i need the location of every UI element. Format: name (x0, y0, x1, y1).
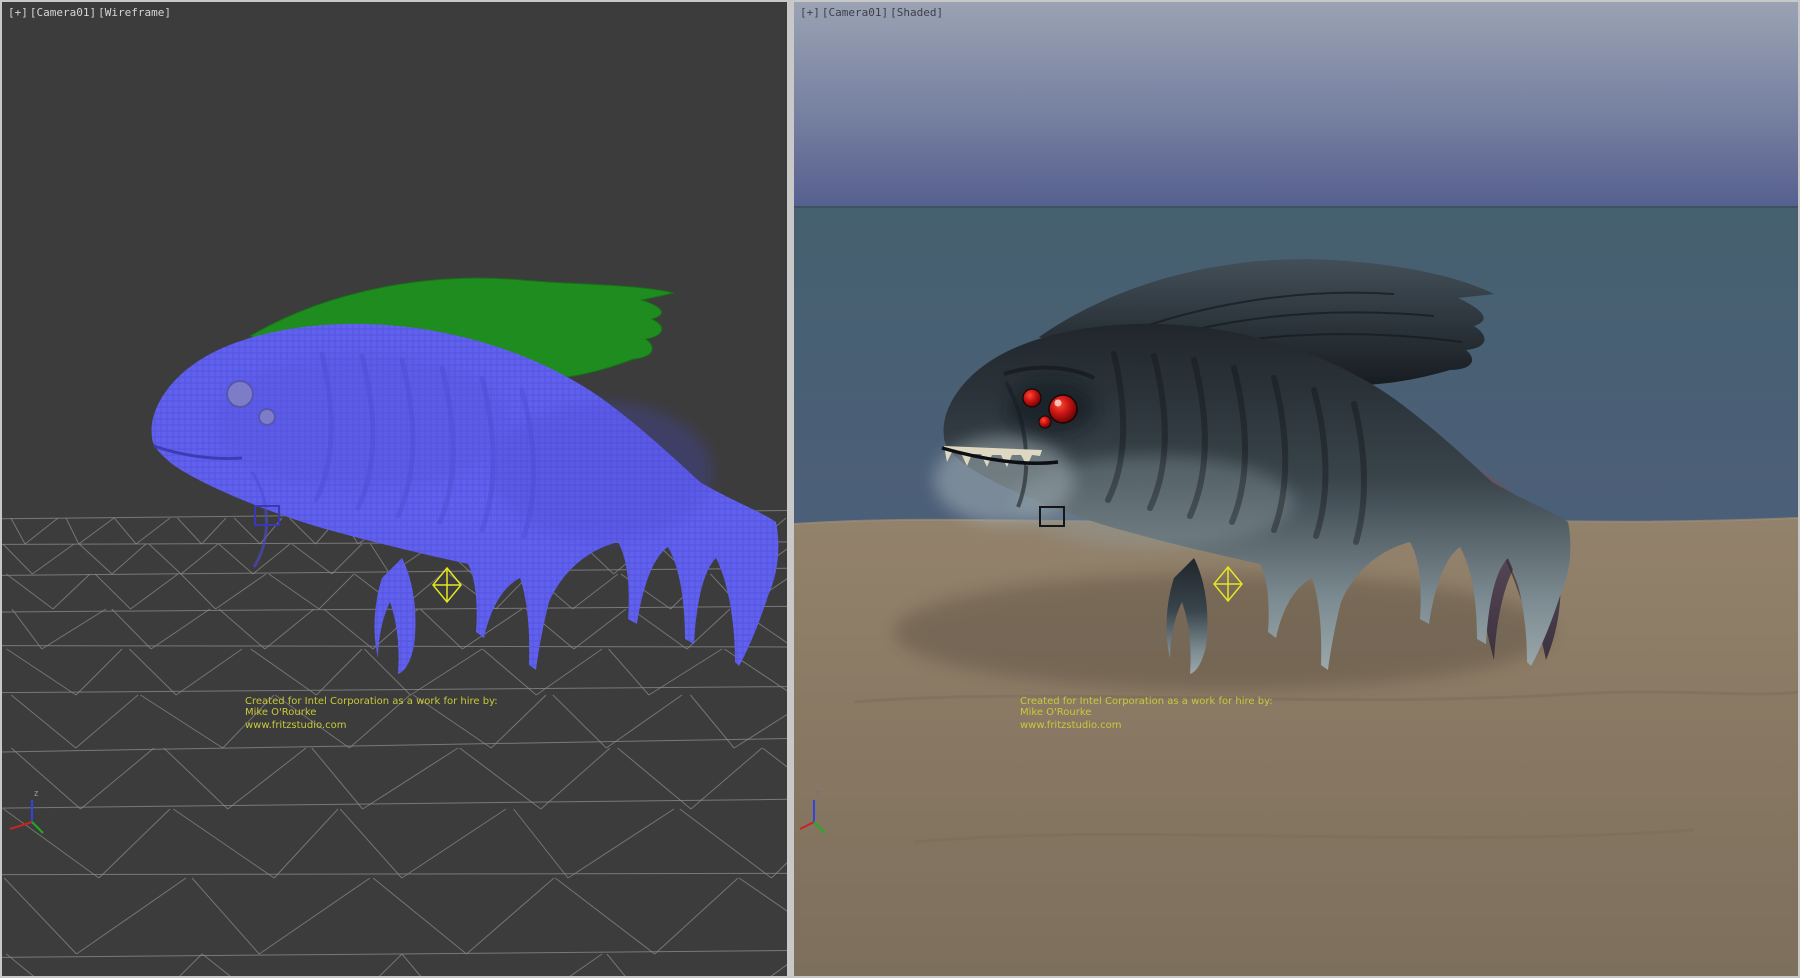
fish-eye (1049, 395, 1077, 423)
credit-line-3: www.fritzstudio.com (245, 720, 498, 731)
sky (794, 2, 1798, 209)
credit-line-1: Created for Intel Corporation as a work … (1020, 696, 1273, 707)
viewport-menu-camera[interactable]: [Camera01] (822, 6, 888, 19)
eye-highlight (1055, 400, 1062, 407)
viewport-shaded[interactable]: [+][Camera01][Shaded] (794, 2, 1798, 976)
shaded-scene: z (794, 2, 1798, 976)
fish-eye-small (259, 409, 275, 425)
axis-z-label: z (34, 788, 39, 798)
viewport-label: [+][Camera01][Wireframe] (8, 6, 173, 19)
max-dual-viewport: [+][Camera01][Wireframe] (0, 0, 1800, 978)
viewport-menu-shading[interactable]: [Shaded] (890, 6, 943, 19)
viewport-splitter[interactable] (787, 2, 794, 976)
fish-eye (227, 381, 253, 407)
scene-credit-text: Created for Intel Corporation as a work … (245, 696, 498, 731)
viewport-wireframe[interactable]: [+][Camera01][Wireframe] (2, 2, 787, 976)
viewport-menu-plus-icon[interactable]: [+] (800, 6, 820, 19)
credit-line-1: Created for Intel Corporation as a work … (245, 696, 498, 707)
wireframe-scene: z (2, 2, 787, 976)
viewport-menu-camera[interactable]: [Camera01] (30, 6, 96, 19)
fish-eye-second (1023, 389, 1041, 407)
scene-credit-text: Created for Intel Corporation as a work … (1020, 696, 1273, 731)
viewport-label: [+][Camera01][Shaded] (800, 6, 945, 19)
fish-eye-third (1039, 416, 1051, 428)
credit-line-2: Mike O'Rourke (245, 707, 498, 718)
axis-z-label: z (816, 788, 821, 798)
credit-line-2: Mike O'Rourke (1020, 707, 1273, 718)
fish-shadow (894, 574, 1554, 690)
viewport-menu-shading[interactable]: [Wireframe] (98, 6, 171, 19)
viewport-menu-plus-icon[interactable]: [+] (8, 6, 28, 19)
credit-line-3: www.fritzstudio.com (1020, 720, 1273, 731)
